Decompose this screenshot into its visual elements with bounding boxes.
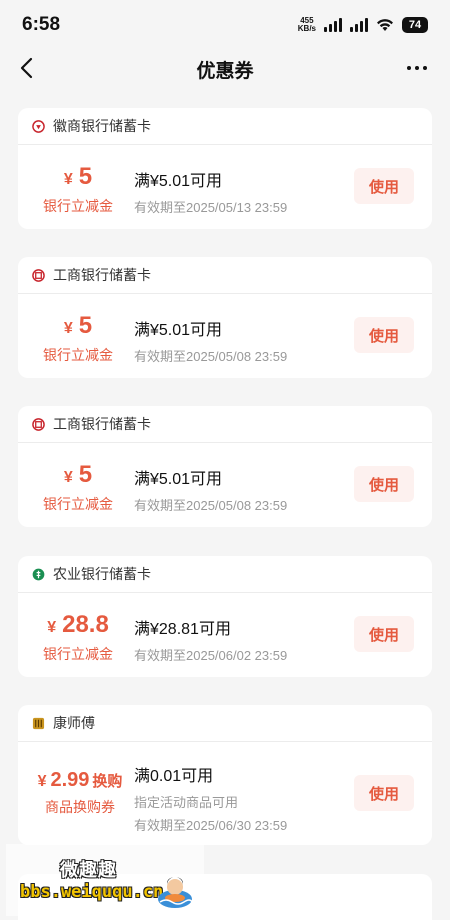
coupon-amount: 5 — [78, 312, 93, 339]
battery-icon: 74 — [402, 17, 428, 33]
coupon-type: 银行立减金 — [43, 198, 113, 214]
coupon-card-header: 康师傅 — [18, 705, 432, 742]
coupon-type: 商品换购券 — [45, 799, 115, 815]
coupon-card-body: ¥5 银行立减金 满¥5.01可用 有效期至2025/05/08 23:59 使… — [18, 294, 432, 378]
coupon-amount-block: ¥5 银行立减金 — [32, 461, 124, 514]
coupon-card-body: ¥28.8 银行立减金 满¥28.81可用 有效期至2025/06/02 23:… — [18, 593, 432, 677]
status-bar: 6:58 455 KB/s 74 — [0, 0, 450, 46]
coupon-card-header: 工商银行储蓄卡 — [18, 406, 432, 443]
icbc-bank-logo-icon — [32, 268, 45, 282]
currency-symbol: ¥ — [47, 619, 57, 636]
wifi-icon — [377, 19, 393, 31]
coupon-amount: 5 — [78, 461, 93, 488]
coupon-amount: 28.8 — [62, 611, 109, 638]
currency-symbol: ¥ — [63, 469, 73, 486]
coupon-condition: 满¥5.01可用 — [134, 471, 223, 488]
coupon-info: 满0.01可用 指定活动商品可用 有效期至2025/06/30 23:59 — [134, 762, 287, 834]
bank-name: 徽商银行储蓄卡 — [53, 118, 151, 134]
coupon-expiry: 有效期至2025/05/13 23:59 — [134, 200, 288, 215]
use-coupon-button[interactable]: 使用 — [354, 317, 414, 353]
icbc-bank-logo-icon — [32, 417, 45, 431]
coupon-type: 银行立减金 — [43, 347, 113, 363]
use-coupon-button[interactable]: 使用 — [354, 168, 414, 204]
coupon-card: 康师傅 ¥2.99 换购 商品换购券 满0.01可用 指定活动商品可用 有效期至2… — [18, 705, 432, 845]
coupon-amount-block: ¥28.8 银行立减金 — [32, 611, 124, 664]
cellular-signal-2-icon — [350, 18, 368, 32]
use-coupon-button[interactable]: 使用 — [354, 775, 414, 811]
coupon-type: 银行立减金 — [43, 646, 113, 662]
coupon-card-header: 徽商银行储蓄卡 — [18, 108, 432, 145]
status-icons: 455 KB/s 74 — [298, 15, 428, 35]
coupon-card: 工商银行储蓄卡 ¥5 银行立减金 满¥5.01可用 有效期至2025/05/08… — [18, 406, 432, 527]
coupon-scope: 指定活动商品可用 — [134, 795, 239, 810]
coupon-amount-block: ¥5 银行立减金 — [32, 312, 124, 365]
bank-name: 工商银行储蓄卡 — [53, 416, 151, 432]
coupon-amount-block: ¥5 银行立减金 — [32, 163, 124, 216]
coupon-card-body: ¥5 银行立减金 满¥5.01可用 有效期至2025/05/13 23:59 使… — [18, 145, 432, 229]
use-coupon-button[interactable]: 使用 — [354, 466, 414, 502]
coupon-amount: 5 — [78, 163, 93, 190]
coupon-condition: 满¥5.01可用 — [134, 173, 223, 190]
coupon-type: 银行立减金 — [43, 496, 113, 512]
status-time: 6:58 — [22, 14, 61, 35]
network-speed-unit: KB/s — [297, 24, 316, 33]
coupon-card-body: ¥5 银行立减金 满¥5.01可用 有效期至2025/05/08 23:59 使… — [18, 443, 432, 527]
coupon-info: 满¥5.01可用 有效期至2025/05/08 23:59 — [134, 316, 287, 365]
coupon-info: 满¥5.01可用 有效期至2025/05/08 23:59 — [134, 465, 287, 514]
more-ellipsis-icon[interactable] — [402, 54, 432, 82]
mascot-swimmer-icon — [158, 877, 193, 908]
coupon-expiry: 有效期至2025/06/30 23:59 — [134, 818, 288, 833]
coupon-info: 满¥28.81可用 有效期至2025/06/02 23:59 — [134, 615, 287, 664]
coupon-expiry: 有效期至2025/05/08 23:59 — [134, 349, 288, 364]
abc-bank-logo-icon — [32, 568, 45, 580]
coupon-condition: 满¥28.81可用 — [134, 621, 231, 638]
watermark-title: 微趣趣 — [60, 860, 117, 880]
use-coupon-button[interactable]: 使用 — [354, 616, 414, 652]
watermark: 微趣趣 bbs.weiququ.cn — [6, 844, 204, 916]
bank-name: 农业银行储蓄卡 — [53, 566, 151, 582]
coupon-card-header: 农业银行储蓄卡 — [18, 556, 432, 593]
currency-symbol: ¥ — [63, 171, 73, 188]
bank-name: 工商银行储蓄卡 — [53, 267, 151, 283]
coupon-condition: 满¥5.01可用 — [134, 322, 223, 339]
coupon-card: 徽商银行储蓄卡 ¥5 银行立减金 满¥5.01可用 有效期至2025/05/13… — [18, 108, 432, 229]
coupon-card: 农业银行储蓄卡 ¥28.8 银行立减金 满¥28.81可用 有效期至2025/0… — [18, 556, 432, 677]
coupon-expiry: 有效期至2025/05/08 23:59 — [134, 498, 288, 513]
huishang-bank-logo-icon — [32, 119, 45, 133]
currency-symbol: ¥ — [37, 773, 47, 790]
page-title: 优惠券 — [196, 61, 254, 82]
cellular-signal-icon — [324, 18, 342, 32]
coupon-condition: 满0.01可用 — [134, 768, 214, 785]
watermark-url: bbs.weiququ.cn — [20, 882, 164, 902]
network-speed: 455 KB/s — [298, 17, 316, 33]
nav-bar: 优惠券 — [0, 46, 450, 90]
coupon-card-header: 工商银行储蓄卡 — [18, 257, 432, 294]
coupon-card-body: ¥2.99 换购 商品换购券 满0.01可用 指定活动商品可用 有效期至2025/… — [18, 742, 432, 845]
coupon-expiry: 有效期至2025/06/02 23:59 — [134, 648, 288, 663]
currency-symbol: ¥ — [63, 320, 73, 337]
brand-name: 康师傅 — [53, 715, 95, 731]
coupon-amount-suffix: 换购 — [92, 773, 123, 790]
coupon-amount: 2.99 — [50, 769, 90, 791]
kangshifu-logo-icon — [32, 717, 45, 729]
coupon-amount-block: ¥2.99 换购 商品换购券 — [30, 769, 130, 817]
coupon-card: 工商银行储蓄卡 ¥5 银行立减金 满¥5.01可用 有效期至2025/05/08… — [18, 257, 432, 378]
coupon-info: 满¥5.01可用 有效期至2025/05/13 23:59 — [134, 167, 287, 216]
